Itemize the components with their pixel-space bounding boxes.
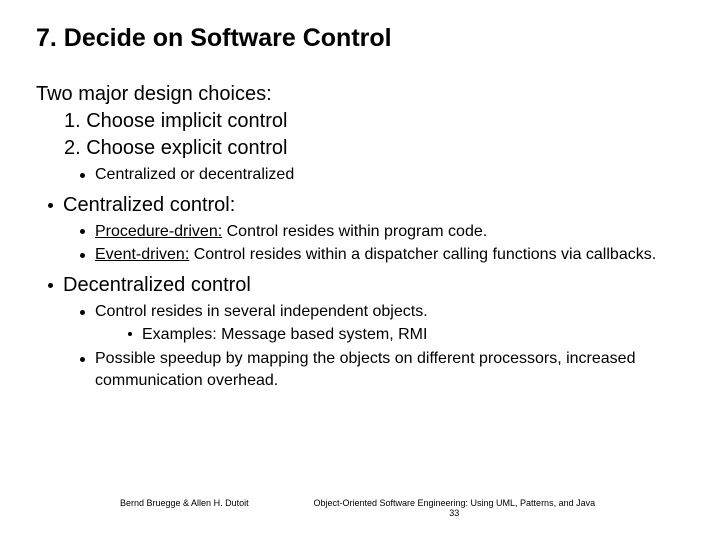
decentralized-line1-row: Control resides in several independent o… <box>36 301 684 323</box>
explicit-sub-text: Centralized or decentralized <box>95 164 294 186</box>
slide: 7. Decide on Software Control Two major … <box>0 0 720 540</box>
intro-choice-1: 1. Choose implicit control <box>36 108 684 135</box>
event-label: Event-driven: <box>95 246 189 263</box>
decentralized-heading-row: Decentralized control <box>36 272 684 299</box>
centralized-heading: Centralized control: <box>63 192 235 219</box>
centralized-proc-row: Procedure-driven: Control resides within… <box>36 221 684 243</box>
decentralized-examples: Examples: Message based system, RMI <box>142 324 427 346</box>
bullet-icon <box>48 203 53 208</box>
decentralized-line2: Possible speedup by mapping the objects … <box>95 348 684 391</box>
centralized-heading-row: Centralized control: <box>36 192 684 219</box>
footer-right: Object-Oriented Software Engineering: Us… <box>249 498 720 518</box>
bullet-icon <box>80 357 85 362</box>
centralized-proc: Procedure-driven: Control resides within… <box>95 221 487 243</box>
intro-choice-2: 2. Choose explicit control <box>36 135 684 162</box>
bullet-icon <box>80 253 85 258</box>
footer-authors: Bernd Bruegge & Allen H. Dutoit <box>0 498 249 518</box>
proc-text: Control resides within program code. <box>222 223 487 240</box>
bullet-icon <box>48 283 53 288</box>
centralized-event: Event-driven: Control resides within a d… <box>95 244 656 266</box>
decentralized-examples-row: Examples: Message based system, RMI <box>36 324 684 346</box>
proc-label: Procedure-driven: <box>95 223 222 240</box>
bullet-icon <box>80 310 85 315</box>
decentralized-line1: Control resides in several independent o… <box>95 301 428 323</box>
slide-footer: Bernd Bruegge & Allen H. Dutoit Object-O… <box>0 498 720 518</box>
footer-book: Object-Oriented Software Engineering: Us… <box>249 498 660 508</box>
centralized-event-row: Event-driven: Control resides within a d… <box>36 244 684 266</box>
bullet-icon <box>80 173 85 178</box>
decentralized-line2-row: Possible speedup by mapping the objects … <box>36 348 684 391</box>
intro-lead: Two major design choices: <box>36 81 684 108</box>
explicit-sub-item: Centralized or decentralized <box>36 164 684 186</box>
event-text: Control resides within a dispatcher call… <box>189 246 656 263</box>
slide-title: 7. Decide on Software Control <box>36 24 684 53</box>
bullet-icon <box>128 332 132 336</box>
bullet-icon <box>80 229 85 234</box>
decentralized-heading: Decentralized control <box>63 272 251 299</box>
footer-page: 33 <box>249 508 660 518</box>
